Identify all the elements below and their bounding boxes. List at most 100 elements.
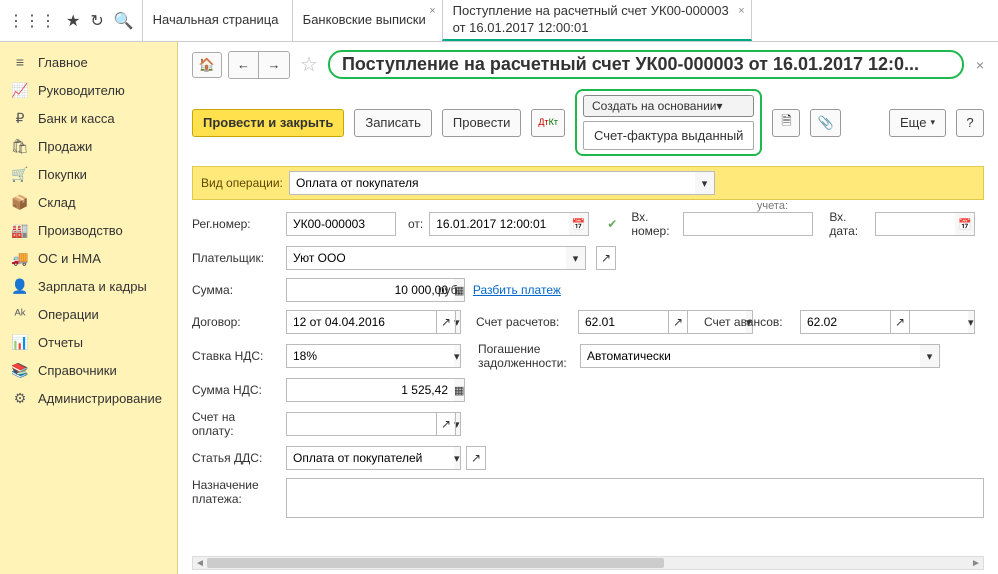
sidebar-item-assets[interactable]: 🚚ОС и НМА	[0, 244, 177, 272]
person-icon: 👤	[12, 278, 28, 294]
reg-input[interactable]	[286, 212, 396, 236]
open-icon[interactable]: ↗	[890, 310, 910, 334]
create-based-button[interactable]: Создать на основании▾	[583, 95, 754, 117]
home-button[interactable]: 🏠	[192, 52, 222, 78]
scroll-track[interactable]	[207, 557, 969, 569]
search-icon[interactable]: 🔍	[114, 11, 134, 31]
box-icon: 📦	[12, 194, 28, 210]
contract-label: Договор:	[192, 315, 280, 329]
post-button[interactable]: Провести	[442, 109, 522, 137]
cart-icon: 🛒	[12, 166, 28, 182]
history-icon[interactable]: ↻	[90, 11, 103, 31]
forward-button[interactable]: →	[259, 52, 289, 78]
horizontal-scrollbar[interactable]: ◄ ►	[192, 556, 984, 570]
help-button[interactable]: ?	[956, 109, 984, 137]
tabs: Начальная страница Банковские выписки× П…	[142, 0, 752, 41]
pay-acc-label: Счет на оплату:	[192, 410, 280, 438]
sum-row: Сумма: ▦ руб. Разбить платеж	[192, 278, 984, 302]
tab-document[interactable]: Поступление на расчетный счет УК00-00000…	[442, 0, 752, 41]
sidebar-item-ops[interactable]: ᴬᵏОперации	[0, 300, 177, 328]
purpose-input[interactable]	[286, 478, 984, 518]
back-button[interactable]: ←	[229, 52, 259, 78]
date-input[interactable]	[429, 212, 569, 236]
debt-input[interactable]	[580, 344, 920, 368]
vat-sum-input[interactable]	[286, 378, 454, 402]
post-close-button[interactable]: Провести и закрыть	[192, 109, 344, 137]
topbar: ⋮⋮⋮ ★ ↻ 🔍 Начальная страница Банковские …	[0, 0, 998, 42]
tab-label: Начальная страница	[153, 12, 279, 29]
open-icon[interactable]: ↗	[596, 246, 616, 270]
purpose-row: Назначение платежа:	[192, 478, 984, 518]
sidebar-item-reports[interactable]: 📊 Отчеты	[0, 328, 177, 356]
sidebar-item-warehouse[interactable]: 📦Склад	[0, 188, 177, 216]
report-icon: 📊	[12, 334, 28, 350]
close-icon[interactable]: ×	[738, 4, 744, 18]
sidebar-item-label: ОС и НМА	[38, 251, 101, 266]
bag-icon: 🛍	[12, 138, 28, 154]
dropdown-icon[interactable]: ▾	[454, 446, 461, 470]
open-icon[interactable]: ↗	[436, 412, 456, 436]
currency-label: руб.	[438, 283, 461, 297]
payer-input[interactable]	[286, 246, 566, 270]
sidebar-item-production[interactable]: 🏭Производство	[0, 216, 177, 244]
sidebar-item-label: Администрирование	[38, 391, 162, 406]
debt-label: Погашение задолженности:	[478, 342, 574, 370]
advance-acc-input[interactable]	[800, 310, 968, 334]
split-link[interactable]: Разбить платеж	[473, 283, 561, 297]
in-num-input[interactable]	[683, 212, 813, 236]
operation-input[interactable]	[289, 171, 695, 195]
tab-bank[interactable]: Банковские выписки×	[292, 0, 442, 41]
gear-icon: ⚙	[12, 390, 28, 406]
sidebar-item-label: Руководителю	[38, 83, 125, 98]
open-icon[interactable]: ↗	[668, 310, 688, 334]
dtkt-button[interactable]: ДтКт	[531, 109, 565, 137]
dropdown-icon[interactable]: ▾	[968, 310, 975, 334]
star-icon[interactable]: ★	[66, 11, 80, 31]
sidebar-item-sales[interactable]: 🛍Продажи	[0, 132, 177, 160]
sidebar-item-admin[interactable]: ⚙ Администрирование	[0, 384, 177, 412]
in-date-input[interactable]	[875, 212, 955, 236]
sidebar-item-label: Отчеты	[38, 335, 83, 350]
calendar-icon[interactable]: 📅	[569, 212, 589, 236]
payer-label: Плательщик:	[192, 251, 280, 265]
dropdown-icon[interactable]: ▾	[454, 344, 461, 368]
operation-row: Вид операции: ▾	[192, 166, 984, 200]
topbar-icons: ⋮⋮⋮ ★ ↻ 🔍	[0, 0, 142, 41]
tab-start[interactable]: Начальная страница	[142, 0, 292, 41]
sidebar-item-bank[interactable]: ₽Банк и касса	[0, 104, 177, 132]
sidebar-item-catalogs[interactable]: 📚Справочники	[0, 356, 177, 384]
print-button[interactable]: 🗎	[772, 109, 800, 137]
dropdown-icon[interactable]: ▾	[920, 344, 940, 368]
dds-input[interactable]	[286, 446, 454, 470]
scroll-right-icon[interactable]: ►	[969, 558, 983, 569]
close-icon[interactable]: ×	[976, 57, 984, 73]
operation-label: Вид операции:	[201, 176, 289, 190]
scroll-thumb[interactable]	[207, 558, 664, 568]
sidebar-item-purchases[interactable]: 🛒Покупки	[0, 160, 177, 188]
calc-icon[interactable]: ▦	[454, 378, 465, 402]
sidebar-item-manager[interactable]: 📈Руководителю	[0, 76, 177, 104]
create-based-item[interactable]: Счет-фактура выданный	[583, 121, 754, 150]
contract-input[interactable]	[286, 310, 454, 334]
dropdown-icon[interactable]: ▾	[695, 171, 715, 195]
sidebar-item-label: Справочники	[38, 363, 117, 378]
more-button[interactable]: Еще▾	[889, 109, 946, 137]
sidebar-item-main[interactable]: ≡Главное	[0, 48, 177, 76]
vat-rate-input[interactable]	[286, 344, 454, 368]
sidebar-item-label: Главное	[38, 55, 88, 70]
favorite-icon[interactable]: ☆	[300, 52, 318, 77]
pay-acc-input[interactable]	[286, 412, 454, 436]
scroll-left-icon[interactable]: ◄	[193, 558, 207, 569]
open-icon[interactable]: ↗	[466, 446, 486, 470]
apps-icon[interactable]: ⋮⋮⋮	[8, 11, 56, 31]
ruble-icon: ₽	[12, 110, 28, 126]
open-icon[interactable]: ↗	[436, 310, 456, 334]
tab-label: Поступление на расчетный счет УК00-00000…	[453, 3, 741, 37]
sidebar-item-hr[interactable]: 👤Зарплата и кадры	[0, 272, 177, 300]
attach-button[interactable]: 📎	[810, 109, 840, 137]
sum-input[interactable]	[286, 278, 454, 302]
calendar-icon[interactable]: 📅	[955, 212, 975, 236]
dropdown-icon[interactable]: ▾	[566, 246, 586, 270]
close-icon[interactable]: ×	[429, 4, 435, 18]
save-button[interactable]: Записать	[354, 109, 432, 137]
